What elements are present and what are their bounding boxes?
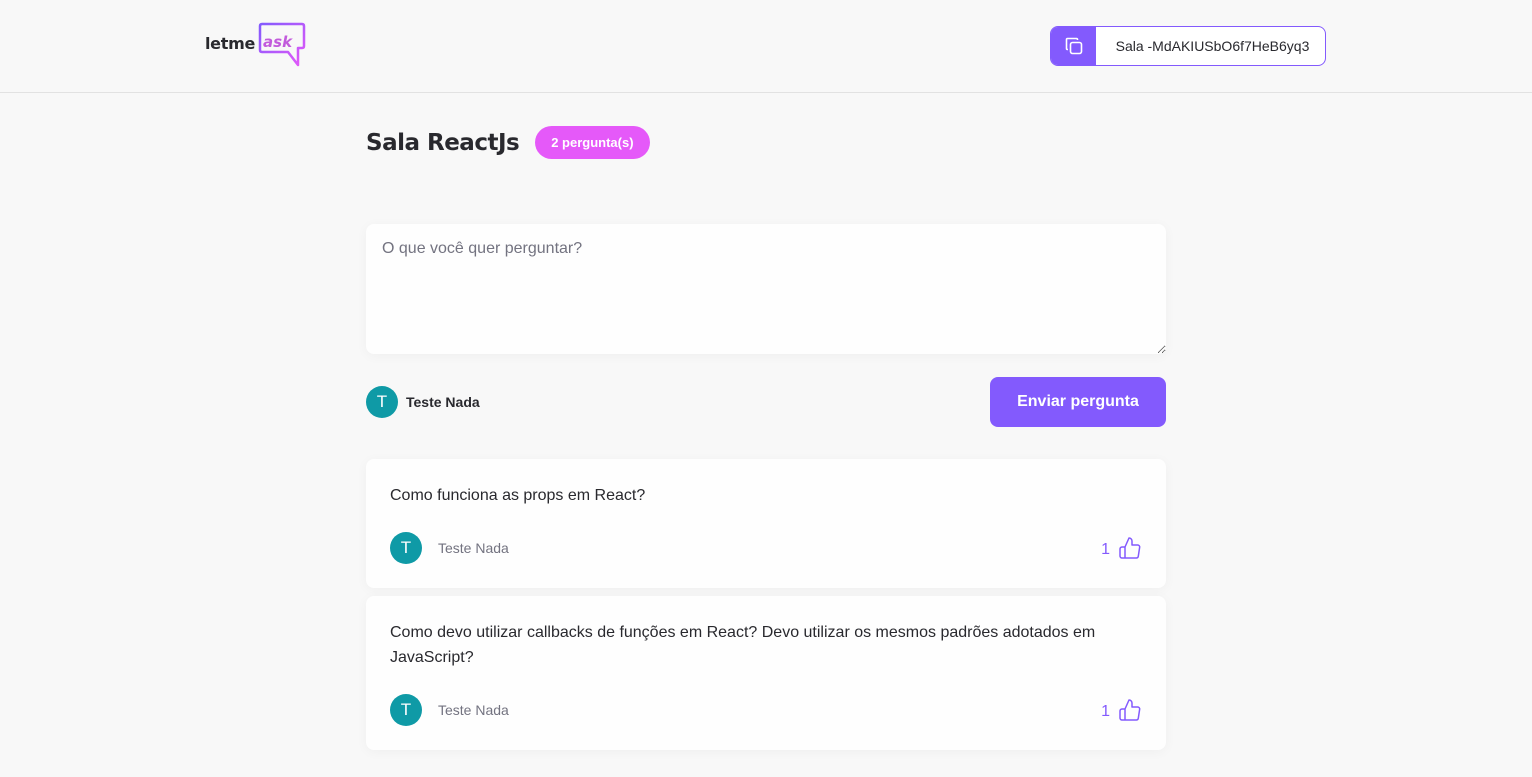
- question-author: T Teste Nada: [390, 694, 509, 726]
- question-author: T Teste Nada: [390, 532, 509, 564]
- room-content: Sala ReactJs 2 pergunta(s) T Teste Nada …: [366, 93, 1166, 758]
- author-name: Teste Nada: [438, 702, 509, 718]
- user-name: Teste Nada: [406, 394, 480, 410]
- question-content: Como funciona as props em React?: [390, 487, 646, 504]
- question-content: Como devo utilizar callbacks de funções …: [390, 624, 1096, 666]
- page-title: Sala ReactJs: [366, 129, 520, 156]
- question-form: T Teste Nada Enviar pergunta: [366, 159, 1166, 427]
- like-button[interactable]: 1: [1101, 536, 1142, 560]
- copy-icon[interactable]: [1051, 27, 1096, 65]
- avatar: T: [366, 386, 398, 418]
- speech-bubble-icon: ask: [258, 22, 306, 68]
- question-count-badge: 2 pergunta(s): [535, 126, 650, 159]
- letmeask-logo[interactable]: letme ask: [205, 22, 306, 68]
- author-name: Teste Nada: [438, 540, 509, 556]
- page-header: letme ask Sala -MdAKIUSbO6f7HeB6yq3: [0, 0, 1532, 93]
- logo-suffix: ask: [263, 33, 293, 51]
- like-count: 1: [1101, 541, 1110, 558]
- thumbs-up-icon: [1119, 537, 1141, 559]
- room-code-button[interactable]: Sala -MdAKIUSbO6f7HeB6yq3: [1050, 26, 1326, 66]
- question-card: Como funciona as props em React? T Teste…: [366, 459, 1166, 588]
- question-list: Como funciona as props em React? T Teste…: [366, 459, 1166, 750]
- avatar: T: [390, 532, 422, 564]
- question-footer: T Teste Nada 1: [390, 532, 1142, 564]
- send-question-button[interactable]: Enviar pergunta: [990, 377, 1166, 427]
- form-footer: T Teste Nada Enviar pergunta: [366, 377, 1166, 427]
- user-info: T Teste Nada: [366, 386, 480, 418]
- like-button[interactable]: 1: [1101, 698, 1142, 722]
- room-code-text: Sala -MdAKIUSbO6f7HeB6yq3: [1115, 38, 1310, 54]
- question-textarea[interactable]: [366, 224, 1166, 354]
- logo-prefix: letme: [205, 34, 256, 53]
- avatar: T: [390, 694, 422, 726]
- question-card: Como devo utilizar callbacks de funções …: [366, 596, 1166, 750]
- like-count: 1: [1101, 703, 1110, 720]
- question-footer: T Teste Nada 1: [390, 694, 1142, 726]
- thumbs-up-icon: [1119, 699, 1141, 721]
- room-title-row: Sala ReactJs 2 pergunta(s): [366, 126, 1166, 159]
